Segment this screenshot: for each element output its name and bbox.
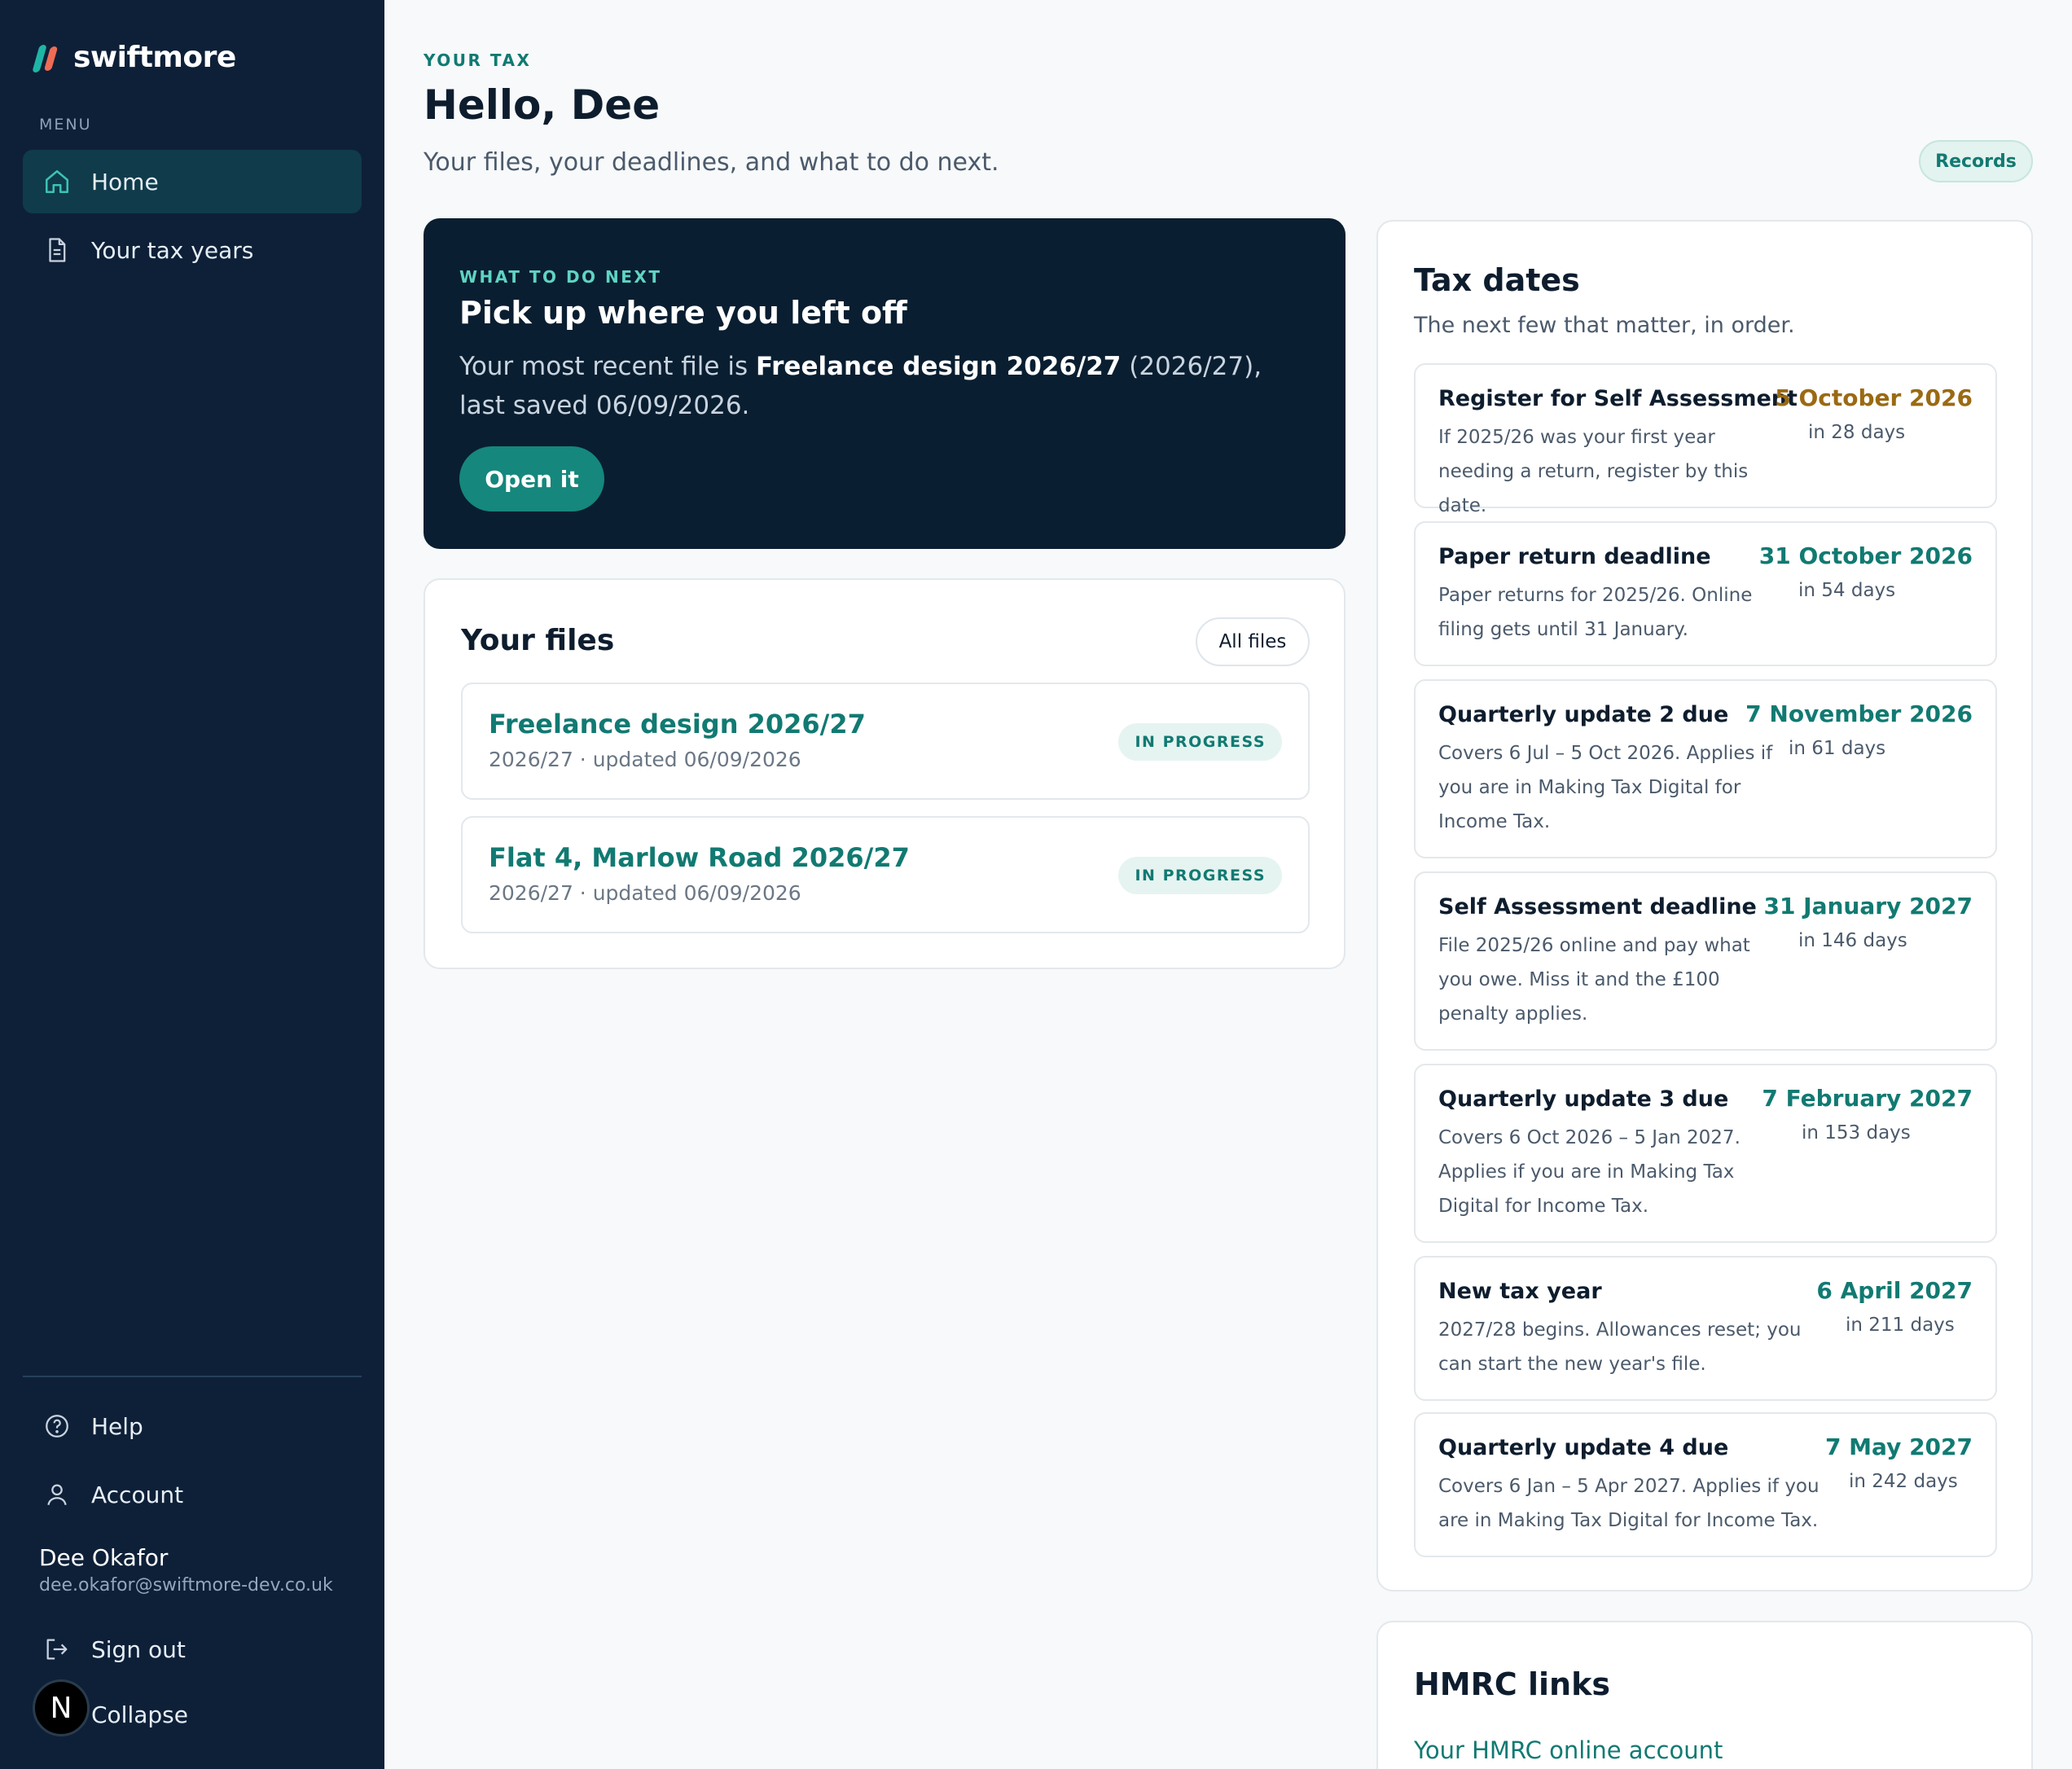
tax-date-description: Covers 6 Jul – 5 Oct 2026. Applies if yo…	[1438, 743, 1773, 832]
next-description: Your most recent file is Freelance desig…	[459, 347, 1315, 425]
user-icon	[42, 1480, 72, 1509]
sidebar: swiftmore MENU Home Your tax years Help …	[0, 0, 384, 1769]
sidebar-divider	[23, 1376, 362, 1377]
next-file-name: Freelance design 2026/27	[755, 352, 1122, 381]
menu-label: MENU	[39, 116, 92, 134]
sidebar-item-label: Your tax years	[91, 236, 254, 264]
tax-date-item: Quarterly update 4 due Covers 6 Jan – 5 …	[1414, 1412, 1997, 1557]
tax-dates-card: Tax dates The next few that matter, in o…	[1376, 220, 2033, 1591]
tax-date-date: 6 April 2027	[1816, 1277, 1973, 1304]
sidebar-item-label: Collapse	[91, 1701, 188, 1728]
hmrc-links-card: HMRC links Your HMRC online account	[1376, 1621, 2033, 1769]
tax-date-date: 31 January 2027	[1763, 893, 1973, 920]
tax-date-date: 7 February 2027	[1762, 1085, 1973, 1112]
tax-date-description: Covers 6 Oct 2026 – 5 Jan 2027. Applies …	[1438, 1127, 1741, 1217]
next-text-before: Your most recent file is	[459, 352, 756, 381]
brand[interactable]: swiftmore	[32, 41, 236, 74]
file-name[interactable]: Flat 4, Marlow Road 2026/27	[489, 842, 910, 873]
hmrc-online-account-link[interactable]: Your HMRC online account	[1414, 1736, 1723, 1764]
status-badge: IN PROGRESS	[1118, 857, 1282, 894]
tax-date-days: in 28 days	[1808, 422, 1906, 443]
sidebar-item-help[interactable]: Help	[23, 1394, 362, 1458]
file-name[interactable]: Freelance design 2026/27	[489, 709, 866, 740]
tax-date-title: Quarterly update 4 due	[1438, 1435, 1729, 1460]
page-eyebrow: YOUR TAX	[424, 50, 532, 70]
avatar[interactable]: N	[33, 1679, 90, 1736]
next-title: Pick up where you left off	[459, 295, 907, 331]
tax-date-days: in 61 days	[1789, 738, 1886, 759]
files-card: Your files All files Freelance design 20…	[424, 578, 1345, 969]
tax-date-days: in 242 days	[1849, 1471, 1958, 1492]
tax-date-days: in 54 days	[1798, 580, 1896, 601]
sidebar-item-label: Help	[91, 1412, 143, 1440]
brand-name: swiftmore	[73, 41, 236, 74]
tax-date-days: in 153 days	[1802, 1122, 1911, 1143]
next-step-card: WHAT TO DO NEXT Pick up where you left o…	[424, 218, 1345, 549]
tax-date-title: New tax year	[1438, 1279, 1602, 1304]
tax-date-item: Paper return deadline Paper returns for …	[1414, 521, 1997, 666]
tax-date-title: Paper return deadline	[1438, 544, 1711, 569]
sidebar-item-home[interactable]: Home	[23, 150, 362, 213]
tax-date-title: Self Assessment deadline	[1438, 894, 1757, 920]
brand-logo-icon	[32, 43, 62, 72]
sidebar-item-tax-years[interactable]: Your tax years	[23, 218, 362, 282]
sidebar-item-account[interactable]: Account	[23, 1463, 362, 1526]
tax-date-description: 2027/28 begins. Allowances reset; you ca…	[1438, 1319, 1802, 1375]
hmrc-links-title: HMRC links	[1414, 1666, 1610, 1702]
tax-date-days: in 211 days	[1846, 1315, 1955, 1336]
page-title: Hello, Dee	[424, 81, 661, 129]
sign-out-icon	[42, 1635, 72, 1664]
files-title: Your files	[461, 624, 615, 657]
tax-date-item: Quarterly update 3 due Covers 6 Oct 2026…	[1414, 1064, 1997, 1243]
tax-date-date: 31 October 2026	[1758, 542, 1973, 569]
tax-date-description: Covers 6 Jan – 5 Apr 2027. Applies if yo…	[1438, 1476, 1820, 1531]
sidebar-item-label: Sign out	[91, 1635, 186, 1663]
sign-out-button[interactable]: Sign out	[23, 1618, 362, 1681]
tax-date-description: If 2025/26 was your first year needing a…	[1438, 427, 1749, 516]
tax-date-item: New tax year 2027/28 begins. Allowances …	[1414, 1256, 1997, 1401]
file-meta: 2026/27 · updated 06/09/2026	[489, 881, 801, 905]
tax-date-item: Register for Self Assessment If 2025/26 …	[1414, 363, 1997, 516]
tax-dates-title: Tax dates	[1414, 262, 1580, 298]
tax-date-title: Quarterly update 2 due	[1438, 702, 1729, 727]
home-icon	[42, 167, 72, 196]
tax-date-title: Quarterly update 3 due	[1438, 1086, 1729, 1112]
tax-dates-subtitle: The next few that matter, in order.	[1414, 313, 1795, 338]
records-button[interactable]: Records	[1919, 140, 2033, 182]
tax-date-item: Self Assessment deadline File 2025/26 on…	[1414, 871, 1997, 1051]
sidebar-item-label: Home	[91, 168, 159, 195]
user-email: dee.okafor@swiftmore-dev.co.uk	[39, 1575, 333, 1596]
tax-date-date: 7 November 2026	[1745, 700, 1973, 727]
tax-date-description: Paper returns for 2025/26. Online filing…	[1438, 585, 1753, 640]
tax-date-date: 5 October 2026	[1775, 384, 1973, 411]
help-icon	[42, 1411, 72, 1441]
file-row[interactable]: Freelance design 2026/27 2026/27 · updat…	[461, 683, 1310, 800]
file-row[interactable]: Flat 4, Marlow Road 2026/27 2026/27 · up…	[461, 816, 1310, 933]
tax-date-days: in 146 days	[1798, 930, 1907, 951]
all-files-button[interactable]: All files	[1196, 617, 1310, 666]
document-icon	[42, 235, 72, 265]
file-meta: 2026/27 · updated 06/09/2026	[489, 748, 801, 771]
page-subtitle: Your files, your deadlines, and what to …	[424, 148, 999, 177]
tax-date-title: Register for Self Assessment	[1438, 386, 1798, 411]
status-badge: IN PROGRESS	[1118, 723, 1282, 761]
user-name: Dee Okafor	[39, 1544, 169, 1571]
tax-date-date: 7 May 2027	[1824, 1433, 1973, 1460]
tax-date-item: Quarterly update 2 due Covers 6 Jul – 5 …	[1414, 679, 1997, 858]
next-eyebrow: WHAT TO DO NEXT	[459, 267, 662, 287]
open-file-button[interactable]: Open it	[459, 446, 604, 511]
sidebar-item-label: Account	[91, 1481, 184, 1508]
tax-date-description: File 2025/26 online and pay what you owe…	[1438, 935, 1750, 1025]
